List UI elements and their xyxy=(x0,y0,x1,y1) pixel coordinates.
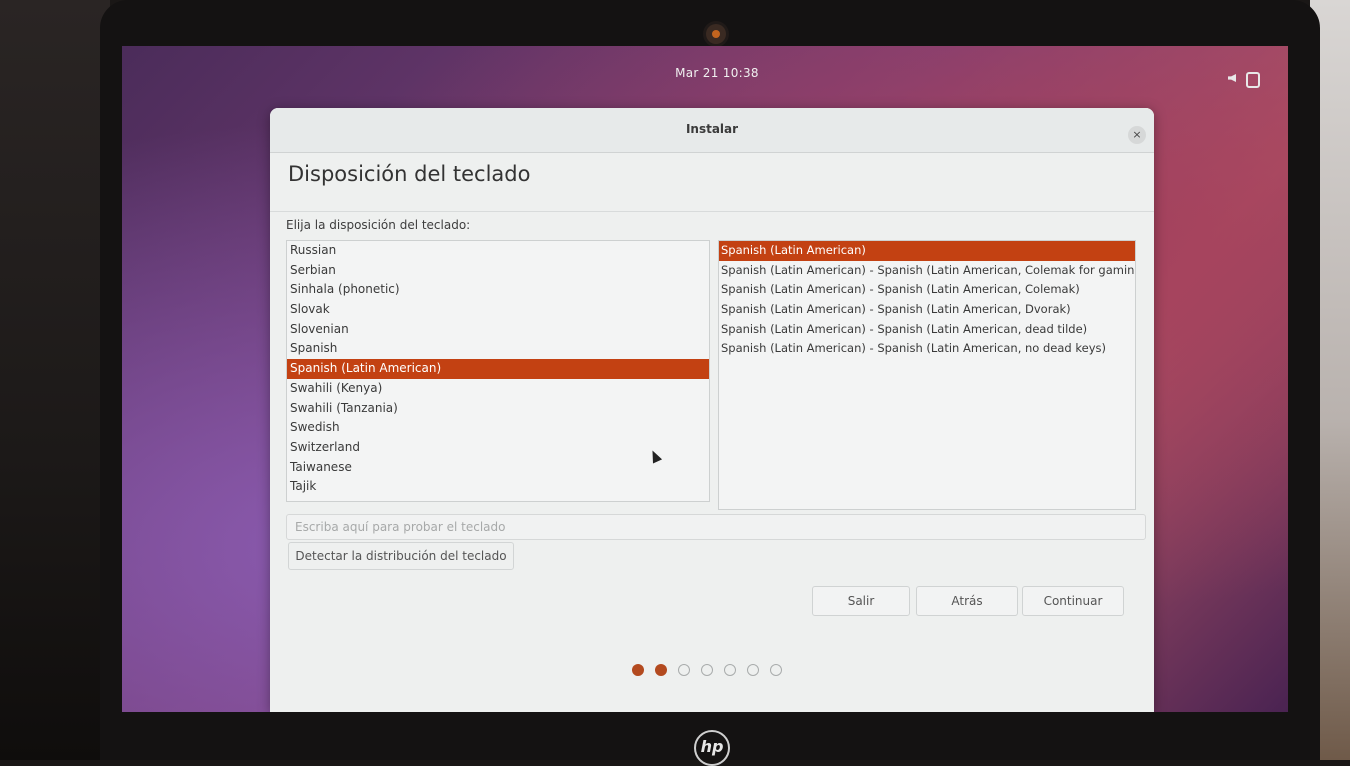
window-title: Instalar xyxy=(685,122,739,136)
system-tray[interactable] xyxy=(1228,72,1260,88)
layout-list-item[interactable]: Slovak xyxy=(287,300,709,320)
layout-list-item[interactable]: Taiwanese xyxy=(287,458,709,478)
power-icon xyxy=(1246,72,1260,88)
layout-list-item[interactable]: Swahili (Kenya) xyxy=(287,379,709,399)
step-dot xyxy=(632,664,644,676)
keyboard-layout-list[interactable]: Russian Serbian Sinhala (phonetic) Slovak Sl… xyxy=(286,240,710,502)
detect-layout-button[interactable]: Detectar la distribución del teclado xyxy=(288,542,514,570)
top-bar: Mar 21 10:38 xyxy=(122,46,1288,88)
keyboard-variant-list[interactable]: Spanish (Latin American) Spanish (Latin A… xyxy=(718,240,1136,510)
variant-list-item[interactable]: Spanish (Latin American) - Spanish (Lati… xyxy=(719,300,1135,320)
step-dot xyxy=(655,664,667,676)
step-dot xyxy=(701,664,713,676)
volume-icon xyxy=(1228,74,1236,82)
divider xyxy=(270,211,1154,212)
layout-list-item[interactable]: Swedish xyxy=(287,418,709,438)
step-dot xyxy=(678,664,690,676)
layout-list-item[interactable]: Sinhala (phonetic) xyxy=(287,280,709,300)
step-dot xyxy=(770,664,782,676)
step-dot xyxy=(724,664,736,676)
variant-list-item[interactable]: Spanish (Latin American) - Spanish (Lati… xyxy=(719,261,1135,281)
variant-list-item[interactable]: Spanish (Latin American) - Spanish (Lati… xyxy=(719,280,1135,300)
back-button[interactable]: Atrás xyxy=(916,586,1018,616)
installer-window: Instalar × Disposición del teclado Elija… xyxy=(270,108,1154,712)
layout-list-item[interactable]: Spanish (Latin American) xyxy=(287,359,709,379)
continue-button[interactable]: Continuar xyxy=(1022,586,1124,616)
keyboard-test-input[interactable] xyxy=(286,514,1146,540)
webcam xyxy=(706,24,726,44)
variant-list-item[interactable]: Spanish (Latin American) - Spanish (Lati… xyxy=(719,320,1135,340)
layout-list-item[interactable]: Switzerland xyxy=(287,438,709,458)
layout-list-item[interactable]: Spanish xyxy=(287,339,709,359)
step-dot xyxy=(747,664,759,676)
step-progress-indicator xyxy=(632,664,792,678)
layout-prompt-label: Elija la disposición del teclado: xyxy=(286,218,471,232)
title-bar[interactable]: Instalar × xyxy=(270,108,1154,153)
page-title: Disposición del teclado xyxy=(288,162,531,186)
layout-list-item[interactable]: Slovenian xyxy=(287,320,709,340)
variant-list-item[interactable]: Spanish (Latin American) xyxy=(719,241,1135,261)
close-button[interactable]: × xyxy=(1128,126,1146,144)
desktop-screen: Mar 21 10:38 Instalar × Disposición del … xyxy=(122,46,1288,712)
hp-logo: hp xyxy=(694,730,730,766)
clock[interactable]: Mar 21 10:38 xyxy=(662,66,772,80)
quit-button[interactable]: Salir xyxy=(812,586,910,616)
layout-list-item[interactable]: Tajik xyxy=(287,477,709,497)
layout-list-item[interactable]: Russian xyxy=(287,241,709,261)
layout-list-item[interactable]: Serbian xyxy=(287,261,709,281)
background-left xyxy=(0,0,110,760)
variant-list-item[interactable]: Spanish (Latin American) - Spanish (Lati… xyxy=(719,339,1135,359)
layout-list-item[interactable]: Swahili (Tanzania) xyxy=(287,399,709,419)
